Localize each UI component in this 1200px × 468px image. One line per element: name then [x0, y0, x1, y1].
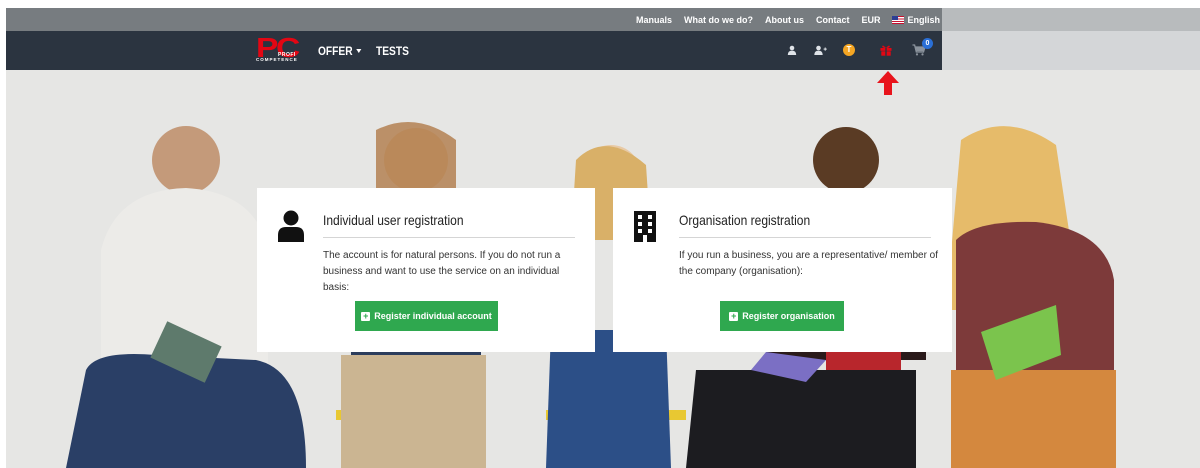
nav-tests[interactable]: TESTS: [376, 44, 409, 58]
manuals-link[interactable]: Manuals: [636, 15, 672, 25]
cart-count-badge: 0: [922, 38, 933, 49]
red-arrow-annotation: [877, 71, 899, 95]
about-us-link[interactable]: About us: [765, 15, 804, 25]
main-navbar: PC PROFI COMPETENCE OFFER TESTS T: [6, 31, 942, 70]
card-divider: [323, 237, 575, 238]
register-individual-label: Register individual account: [374, 311, 492, 321]
what-do-we-do-link[interactable]: What do we do?: [684, 15, 753, 25]
contact-link[interactable]: Contact: [816, 15, 850, 25]
nav-offer-label: OFFER: [318, 44, 353, 58]
us-flag-icon: [892, 15, 905, 24]
individual-card-title: Individual user registration: [323, 212, 464, 228]
organisation-card-title: Organisation registration: [679, 212, 811, 228]
card-divider: [679, 237, 931, 238]
currency-selector[interactable]: EUR: [861, 15, 880, 25]
organisation-registration-card: Organisation registration If you run a b…: [613, 188, 952, 352]
register-organisation-label: Register organisation: [742, 311, 835, 321]
pc-logo[interactable]: PC PROFI COMPETENCE: [256, 32, 302, 65]
individual-registration-card: Individual user registration The account…: [257, 188, 595, 352]
logo-sub: COMPETENCE: [256, 57, 298, 62]
caret-down-icon: [355, 49, 362, 53]
building-icon: [634, 211, 656, 242]
individual-card-text: The account is for natural persons. If y…: [323, 250, 561, 293]
coin-label: T: [846, 45, 852, 54]
person-icon: [278, 210, 304, 242]
topbar-extension: [942, 8, 1200, 31]
register-organisation-button[interactable]: + Register organisation: [720, 301, 844, 331]
add-user-icon[interactable]: [814, 45, 827, 55]
language-label: English: [907, 14, 940, 25]
gift-icon[interactable]: [880, 44, 892, 56]
people-photo: [6, 70, 1200, 468]
top-utility-bar: Manuals What do we do? About us Contact …: [6, 8, 942, 31]
register-individual-button[interactable]: + Register individual account: [355, 301, 498, 331]
navbar-extension: [942, 31, 1200, 70]
organisation-card-text: If you run a business, you are a represe…: [679, 250, 939, 277]
plus-square-icon: +: [729, 310, 739, 321]
hero-background: [6, 70, 1200, 468]
nav-offer[interactable]: OFFER: [318, 44, 362, 58]
coin-icon[interactable]: T: [843, 44, 855, 56]
plus-square-icon: +: [361, 310, 371, 321]
user-icon[interactable]: [787, 45, 797, 55]
language-selector[interactable]: English: [892, 15, 940, 25]
